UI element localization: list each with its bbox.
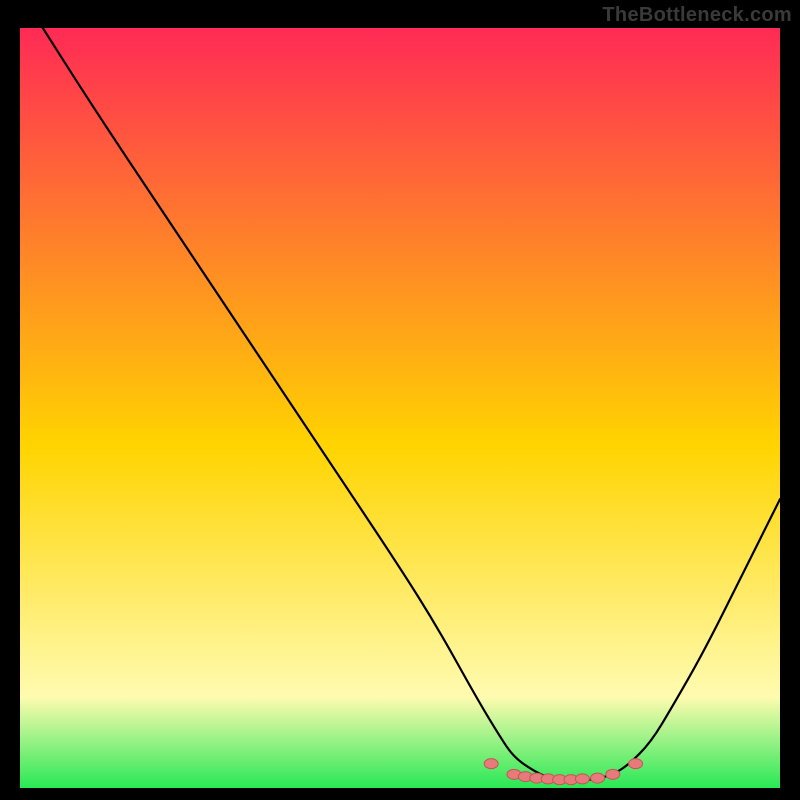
optimal-dot	[606, 769, 620, 779]
plot-background	[20, 28, 780, 788]
chart-frame: TheBottleneck.com	[0, 0, 800, 800]
bottleneck-chart	[20, 28, 780, 788]
watermark-text: TheBottleneck.com	[602, 4, 792, 27]
optimal-dot	[575, 774, 589, 784]
optimal-dot	[591, 773, 605, 783]
optimal-dot	[484, 759, 498, 769]
optimal-dot	[629, 759, 643, 769]
